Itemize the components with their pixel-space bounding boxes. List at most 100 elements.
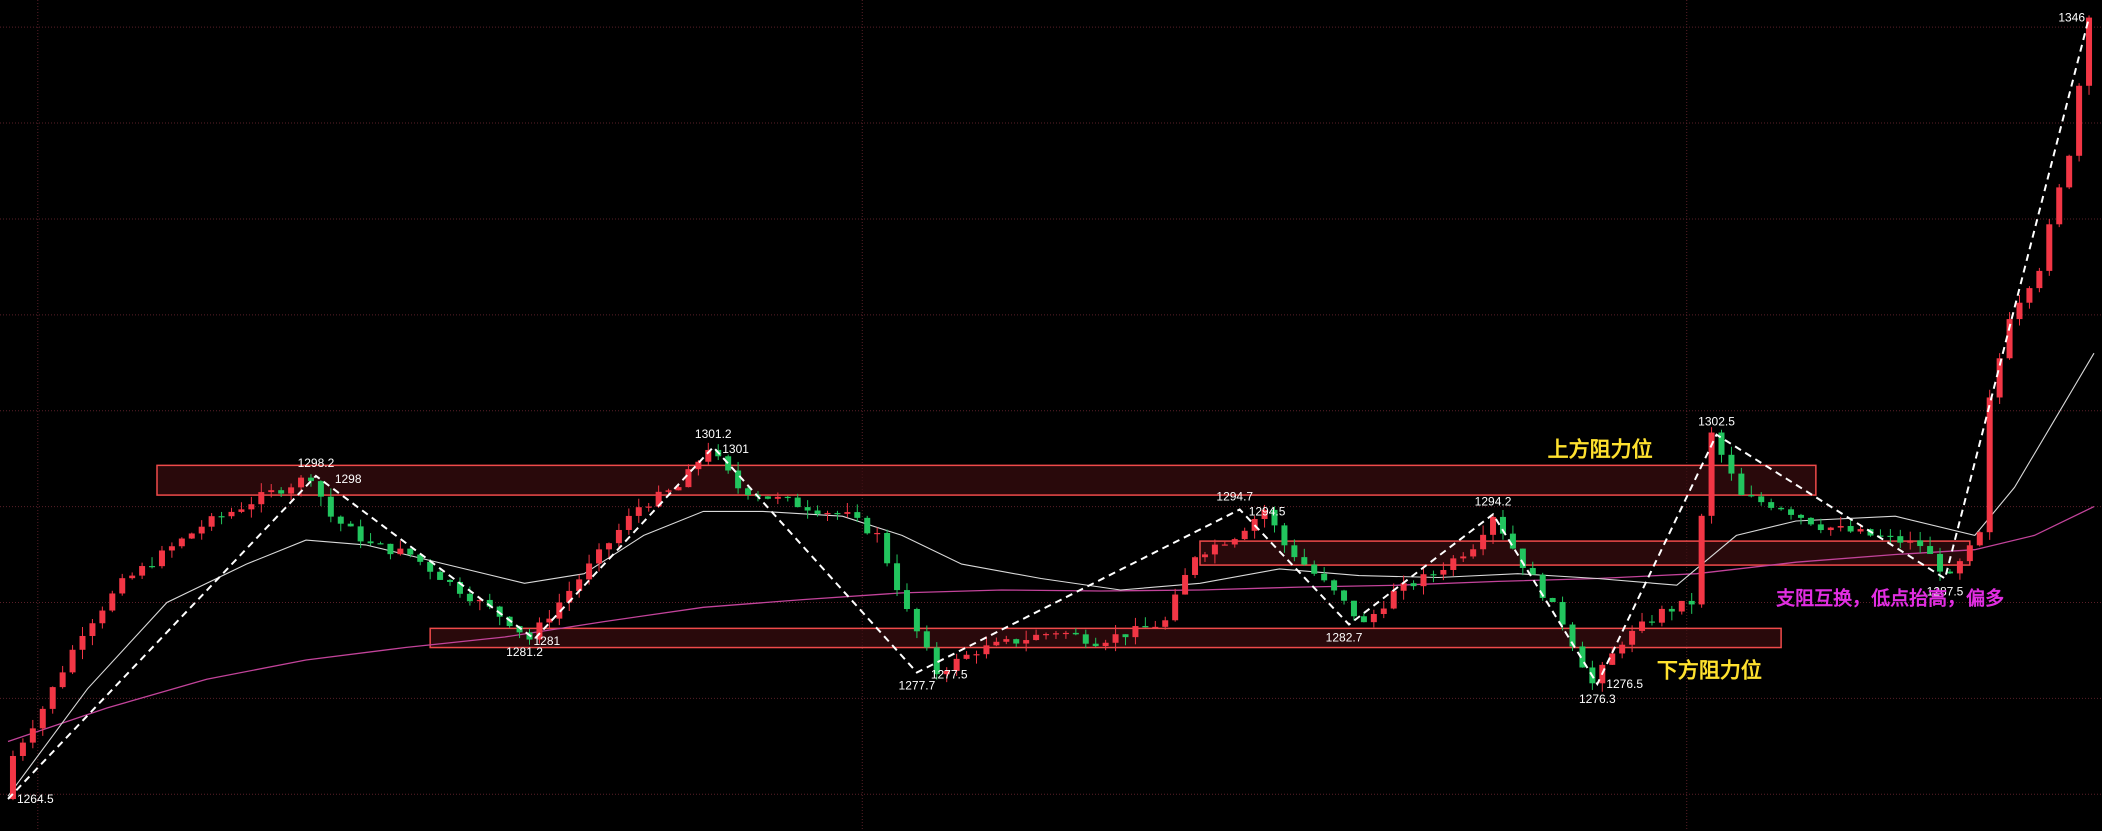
candle-body	[2066, 155, 2073, 188]
candle-body	[903, 590, 910, 609]
candle-body	[2036, 270, 2043, 289]
chart-background	[0, 0, 2102, 831]
candle-body	[1003, 639, 1010, 642]
candle-body	[1301, 557, 1308, 565]
candle-body	[1152, 626, 1159, 629]
candle-body	[1072, 632, 1079, 635]
candle-body	[1390, 590, 1397, 609]
candle-body	[228, 511, 235, 517]
candle-body	[1986, 397, 1993, 533]
candle-body	[1043, 634, 1050, 636]
pivot-label: 1301.2	[695, 427, 732, 441]
pivot-label: 1346	[2058, 11, 2085, 25]
candle-body	[268, 490, 275, 493]
candle-body	[1360, 616, 1367, 623]
candle-body	[625, 515, 632, 530]
candle-body	[1937, 553, 1944, 572]
candle-body	[884, 532, 891, 564]
annotation-label: 上方阻力位	[1548, 438, 1653, 462]
candle-body	[1291, 545, 1298, 558]
candle-body	[1013, 639, 1020, 644]
candle-body	[764, 496, 771, 499]
candle-body	[1559, 602, 1566, 625]
candle-body	[1817, 524, 1824, 531]
candle-body	[248, 504, 255, 510]
candle-body	[993, 641, 1000, 646]
candle-body	[854, 512, 861, 518]
candle-body	[1509, 533, 1516, 549]
candle-body	[347, 523, 354, 527]
candle-body	[1956, 561, 1963, 574]
candle-body	[1231, 539, 1238, 545]
candle-body	[963, 654, 970, 659]
candle-body	[1857, 529, 1864, 532]
candle-body	[1182, 574, 1189, 595]
candle-body	[59, 672, 66, 688]
candle-body	[397, 548, 404, 555]
annotation-label: 下方阻力位	[1657, 658, 1762, 682]
candle-body	[198, 526, 205, 534]
candle-body	[447, 579, 454, 582]
candle-body	[2026, 288, 2033, 303]
candle-body	[1917, 540, 1924, 547]
candle-body	[894, 563, 901, 591]
candle-body	[725, 456, 732, 471]
candle-body	[794, 497, 801, 508]
candle-body	[317, 481, 324, 497]
candle-body	[2056, 187, 2063, 225]
candle-body	[1738, 473, 1745, 496]
candle-body	[1788, 509, 1795, 515]
candle-body	[1847, 526, 1854, 532]
candle-body	[99, 610, 106, 624]
pivot-label: 1282.7	[1326, 631, 1363, 645]
candle-body	[1331, 580, 1338, 591]
pivot-label: 1298	[335, 472, 362, 486]
candle-body	[1549, 597, 1556, 603]
candle-body	[1142, 626, 1149, 628]
pivot-label: 1277.5	[931, 667, 968, 681]
candle-body	[298, 477, 305, 488]
candle-body	[1092, 643, 1099, 647]
candle-body	[158, 550, 165, 567]
candle-body	[1450, 558, 1457, 570]
candle-body	[923, 631, 930, 648]
candle-body	[1052, 633, 1059, 635]
candle-body	[586, 563, 593, 580]
candle-body	[39, 708, 46, 729]
candle-body	[1201, 554, 1208, 558]
candle-body	[864, 517, 871, 534]
candle-body	[387, 543, 394, 555]
candle-body	[29, 728, 36, 743]
candle-body	[824, 513, 831, 515]
candle-body	[178, 538, 185, 547]
candle-body	[1619, 644, 1626, 654]
candle-body	[983, 645, 990, 655]
candle-body	[337, 516, 344, 524]
candle-body	[1211, 544, 1218, 555]
candle-body	[238, 509, 245, 512]
candle-body	[1678, 600, 1685, 612]
candle-body	[149, 566, 156, 568]
candle-body	[168, 546, 175, 551]
candle-body	[288, 487, 295, 494]
candle-body	[1410, 583, 1417, 587]
candle-body	[307, 477, 314, 482]
candle-body	[1827, 527, 1834, 531]
candle-body	[357, 526, 364, 542]
candle-body	[208, 516, 215, 527]
candle-body	[774, 496, 781, 499]
candle-body	[1420, 574, 1427, 587]
candle-body	[1102, 642, 1109, 647]
candle-body	[735, 470, 742, 489]
candlestick-chart: 1264.51298.212981281.212811301.213011277…	[0, 0, 2102, 831]
pivot-label: 1294.2	[1475, 494, 1512, 508]
candle-body	[1748, 495, 1755, 497]
pivot-label: 1298.2	[298, 456, 335, 470]
candle-body	[258, 492, 265, 505]
candle-body	[1321, 573, 1328, 581]
candle-body	[1192, 557, 1199, 575]
candle-body	[1350, 600, 1357, 617]
candle-body	[1966, 545, 1973, 562]
candle-body	[834, 513, 841, 515]
candle-body	[695, 461, 702, 470]
